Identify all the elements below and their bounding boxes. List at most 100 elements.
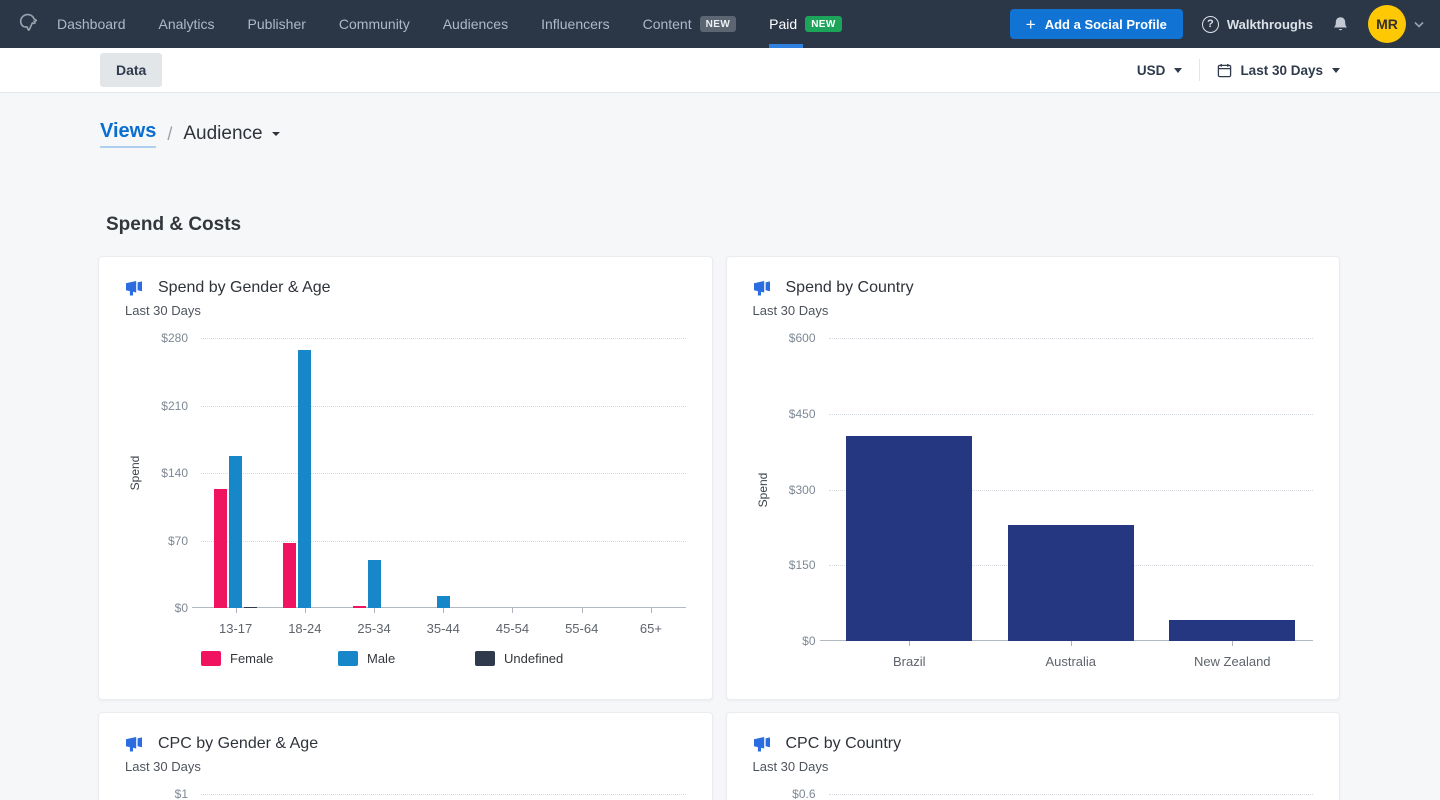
category-slot bbox=[829, 436, 991, 641]
nav-label: Influencers bbox=[541, 16, 609, 32]
nav-right-cluster: + Add a Social Profile ? Walkthroughs MR bbox=[1010, 5, 1440, 43]
nav-label: Dashboard bbox=[57, 16, 126, 32]
notifications-bell-icon[interactable] bbox=[1332, 16, 1349, 33]
x-axis-tick bbox=[374, 608, 375, 613]
legend-swatch bbox=[475, 651, 495, 666]
currency-value: USD bbox=[1137, 63, 1166, 78]
card-title: CPC by Gender & Age bbox=[158, 735, 318, 753]
add-social-profile-button[interactable]: + Add a Social Profile bbox=[1010, 9, 1183, 39]
gridline bbox=[829, 794, 1314, 795]
legend-item-male[interactable]: Male bbox=[338, 651, 475, 666]
x-axis-tick bbox=[512, 608, 513, 613]
nav-label: Publisher bbox=[248, 16, 306, 32]
breadcrumb: Views / Audience bbox=[100, 120, 1340, 148]
bar-spend-australia[interactable] bbox=[1008, 525, 1134, 641]
new-badge: NEW bbox=[805, 16, 842, 32]
secondary-toolbar: Data USD Last 30 Days bbox=[0, 48, 1440, 93]
card-header: CPC by Gender & Age Last 30 Days bbox=[99, 713, 712, 774]
walkthroughs-button[interactable]: ? Walkthroughs bbox=[1202, 16, 1313, 33]
y-axis-tick-label: $600 bbox=[789, 331, 816, 345]
category-slot bbox=[990, 525, 1152, 641]
legend-label: Female bbox=[230, 651, 273, 666]
legend-item-undefined[interactable]: Undefined bbox=[475, 651, 612, 666]
nav-item-influencers[interactable]: Influencers bbox=[541, 0, 609, 48]
x-axis-category-label: 35-44 bbox=[409, 621, 478, 636]
plot-area bbox=[201, 794, 686, 800]
bar-male-25-34[interactable] bbox=[368, 560, 381, 608]
bar-male-18-24[interactable] bbox=[298, 350, 311, 608]
active-tab-indicator bbox=[769, 44, 803, 48]
category-slot bbox=[339, 560, 408, 608]
nav-label: Paid bbox=[769, 16, 797, 32]
x-axis-category: New Zealand bbox=[1152, 641, 1314, 669]
category-slot bbox=[201, 456, 270, 608]
nav-item-analytics[interactable]: Analytics bbox=[159, 0, 215, 48]
bars-layer bbox=[201, 338, 686, 608]
y-axis-tick-label: $140 bbox=[161, 466, 188, 480]
legend-item-female[interactable]: Female bbox=[201, 651, 338, 666]
date-range-select[interactable]: Last 30 Days bbox=[1217, 63, 1340, 78]
nav-item-community[interactable]: Community bbox=[339, 0, 410, 48]
cards-grid: Spend by Gender & Age Last 30 Days Spend… bbox=[0, 256, 1440, 800]
caret-down-icon bbox=[1174, 68, 1182, 73]
card-header: Spend by Gender & Age Last 30 Days bbox=[99, 257, 712, 318]
y-axis-tick-label: $300 bbox=[789, 483, 816, 497]
currency-select[interactable]: USD bbox=[1137, 63, 1183, 78]
primary-nav: Dashboard Analytics Publisher Community … bbox=[57, 0, 842, 48]
legend-swatch bbox=[338, 651, 358, 666]
chart-legend: Female MaleUndefined bbox=[201, 651, 686, 666]
x-axis-category: 25-34 bbox=[339, 608, 408, 636]
x-axis-category-label: New Zealand bbox=[1152, 654, 1314, 669]
bar-male-35-44[interactable] bbox=[437, 596, 450, 608]
breadcrumb-audience-dropdown[interactable]: Audience bbox=[183, 123, 279, 145]
user-menu[interactable]: MR bbox=[1368, 5, 1424, 43]
nav-item-content[interactable]: Content NEW bbox=[643, 0, 737, 48]
breadcrumb-current-label: Audience bbox=[183, 123, 262, 145]
y-axis-title bbox=[125, 794, 145, 800]
nav-item-publisher[interactable]: Publisher bbox=[248, 0, 306, 48]
x-axis-tick bbox=[236, 608, 237, 613]
x-axis-category-label: Brazil bbox=[829, 654, 991, 669]
y-axis-tick-label: $0 bbox=[802, 634, 815, 648]
y-axis-ticks: $0$70$140$210$280 bbox=[145, 338, 201, 608]
nav-label: Community bbox=[339, 16, 410, 32]
nav-item-paid[interactable]: Paid NEW bbox=[769, 0, 842, 48]
chart-area: Spend $0$70$140$210$280 bbox=[99, 338, 712, 608]
y-axis-tick-label: $450 bbox=[789, 407, 816, 421]
bar-spend-new-zealand[interactable] bbox=[1169, 620, 1295, 641]
plot-area bbox=[829, 338, 1314, 641]
x-axis-tick bbox=[443, 608, 444, 613]
y-axis-ticks: $0$150$300$450$600 bbox=[773, 338, 829, 641]
new-badge: NEW bbox=[700, 16, 737, 32]
plot-area bbox=[201, 338, 686, 608]
bar-spend-brazil[interactable] bbox=[846, 436, 972, 641]
nav-label: Analytics bbox=[159, 16, 215, 32]
card-title: Spend by Gender & Age bbox=[158, 279, 331, 297]
x-axis-labels: 13-1718-2425-3435-4445-5455-6465+ bbox=[201, 608, 686, 636]
megaphone-icon bbox=[753, 737, 771, 752]
card-subtitle: Last 30 Days bbox=[753, 303, 1314, 318]
megaphone-icon bbox=[125, 281, 143, 296]
bar-female-13-17[interactable] bbox=[214, 489, 227, 608]
nav-item-audiences[interactable]: Audiences bbox=[443, 0, 508, 48]
data-tab[interactable]: Data bbox=[100, 53, 162, 87]
x-axis-category-label: 55-64 bbox=[547, 621, 616, 636]
breadcrumb-views-link[interactable]: Views bbox=[100, 120, 156, 148]
x-axis-tick bbox=[651, 608, 652, 613]
bar-male-13-17[interactable] bbox=[229, 456, 242, 608]
card-spend-by-country: Spend by Country Last 30 Days Spend $0$1… bbox=[726, 256, 1341, 700]
nav-item-dashboard[interactable]: Dashboard bbox=[57, 0, 126, 48]
card-title: CPC by Country bbox=[786, 735, 902, 753]
card-spend-by-gender-age: Spend by Gender & Age Last 30 Days Spend… bbox=[98, 256, 713, 700]
y-axis-ticks: $1 bbox=[145, 794, 201, 800]
card-cpc-by-country: CPC by Country Last 30 Days $0.6 bbox=[726, 712, 1341, 800]
card-header: Spend by Country Last 30 Days bbox=[727, 257, 1340, 318]
falcon-logo-icon[interactable] bbox=[0, 11, 57, 37]
y-axis-tick-label: $150 bbox=[789, 558, 816, 572]
calendar-icon bbox=[1217, 63, 1232, 78]
x-axis-tick bbox=[909, 641, 910, 646]
x-axis-tick bbox=[582, 608, 583, 613]
chevron-down-icon bbox=[1414, 21, 1424, 28]
bar-female-18-24[interactable] bbox=[283, 543, 296, 608]
x-axis-category-label: 18-24 bbox=[270, 621, 339, 636]
